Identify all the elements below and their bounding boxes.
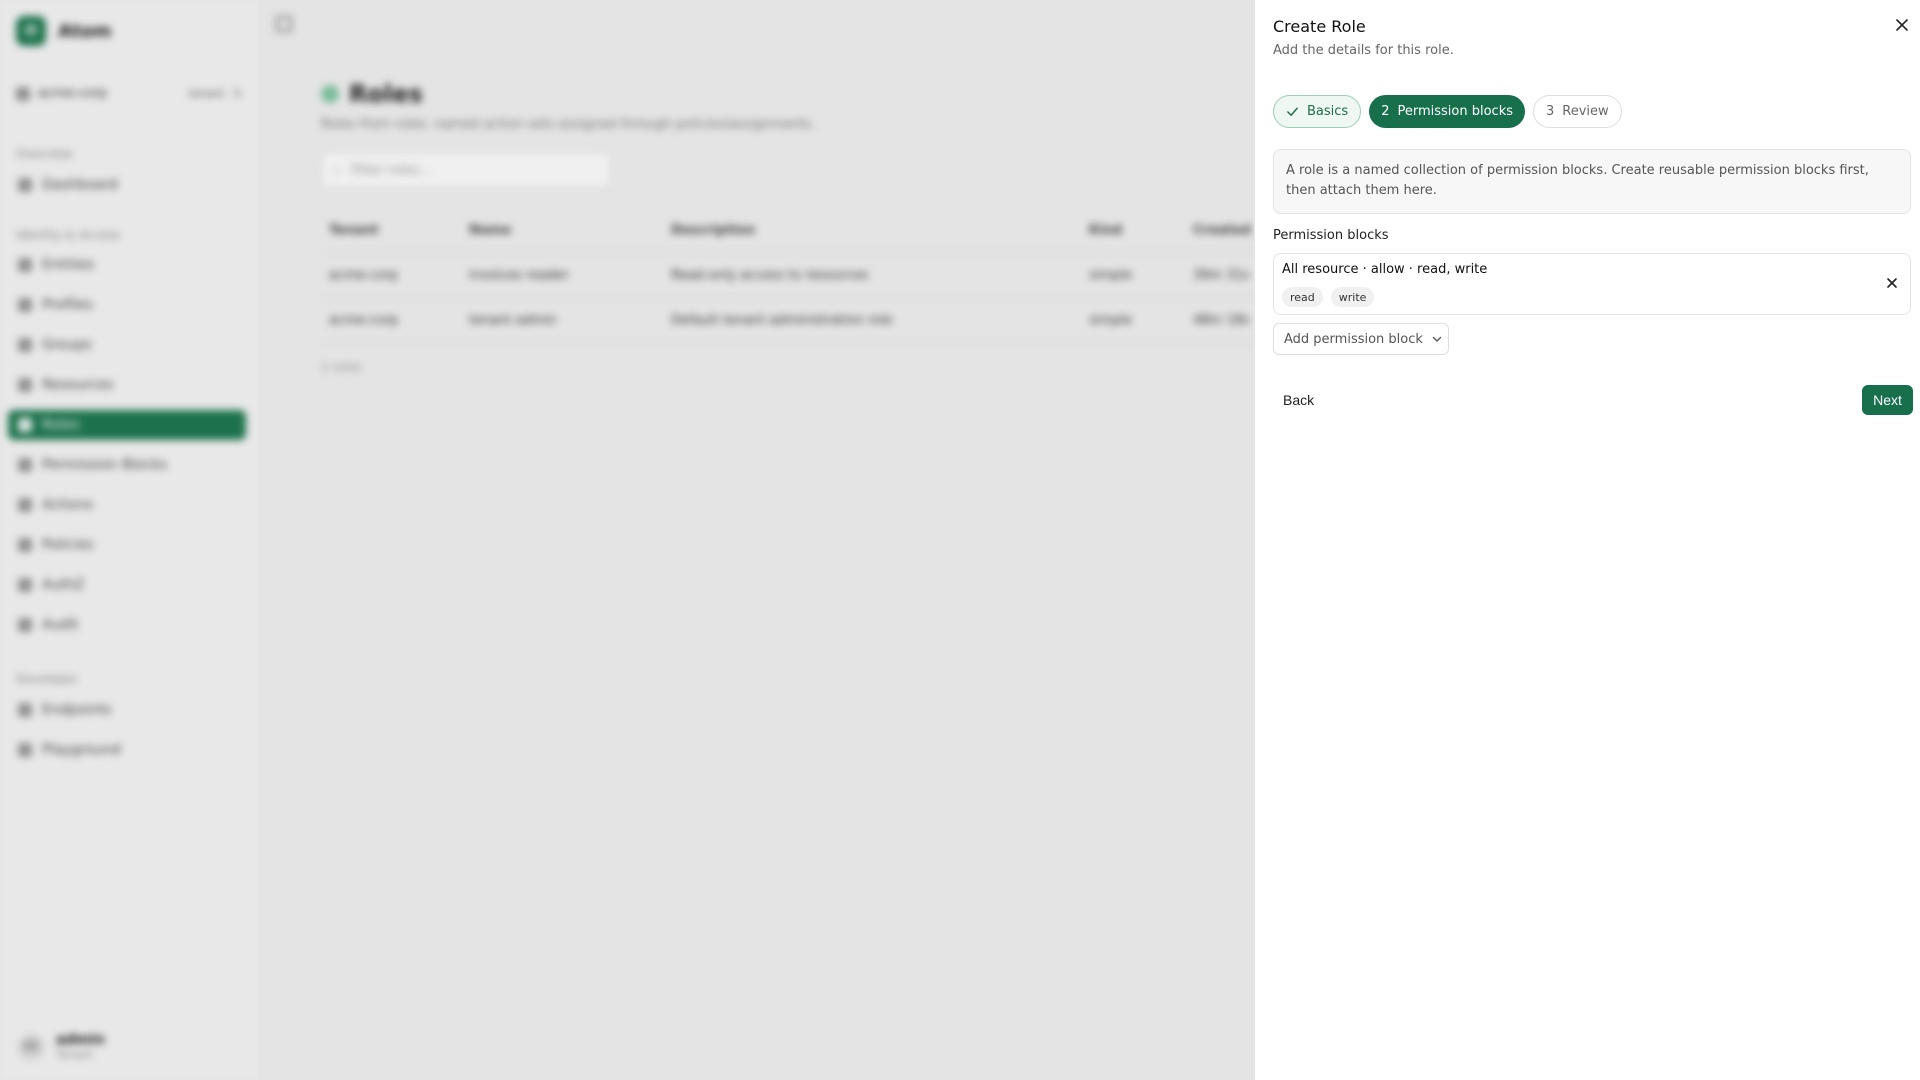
step-number: 3 xyxy=(1546,104,1555,119)
info-callout: A role is a named collection of permissi… xyxy=(1273,149,1911,214)
add-permission-block-label: Add permission block xyxy=(1284,331,1423,347)
permission-blocks-label: Permission blocks xyxy=(1273,228,1389,243)
sheet-subtitle: Add the details for this role. xyxy=(1273,43,1454,58)
step-label: Permission blocks xyxy=(1397,104,1513,119)
next-button[interactable]: Next xyxy=(1862,385,1913,415)
create-role-sheet: Create Role Add the details for this rol… xyxy=(1254,0,1920,1080)
close-icon[interactable] xyxy=(1893,16,1911,34)
back-button[interactable]: Back xyxy=(1273,385,1324,415)
action-chips: read write xyxy=(1282,287,1375,307)
step-basics[interactable]: Basics xyxy=(1273,95,1362,128)
step-label: Review xyxy=(1562,104,1609,119)
permission-block-card: All resource · allow · read, write read … xyxy=(1273,253,1911,315)
remove-block-icon[interactable] xyxy=(1885,276,1899,290)
step-permission-blocks[interactable]: 2 Permission blocks xyxy=(1369,95,1525,128)
action-chip: read xyxy=(1282,287,1323,307)
step-label: Basics xyxy=(1307,104,1349,119)
check-icon xyxy=(1287,107,1298,116)
stepper: Basics 2 Permission blocks 3 Review xyxy=(1273,95,1622,128)
permission-block-title: All resource · allow · read, write xyxy=(1282,262,1488,277)
sheet-title: Create Role xyxy=(1273,17,1366,36)
chevron-down-icon xyxy=(1432,336,1442,342)
add-permission-block-select[interactable]: Add permission block xyxy=(1273,323,1449,355)
action-chip: write xyxy=(1330,287,1375,307)
step-review[interactable]: 3 Review xyxy=(1533,95,1622,128)
step-number: 2 xyxy=(1381,104,1390,119)
